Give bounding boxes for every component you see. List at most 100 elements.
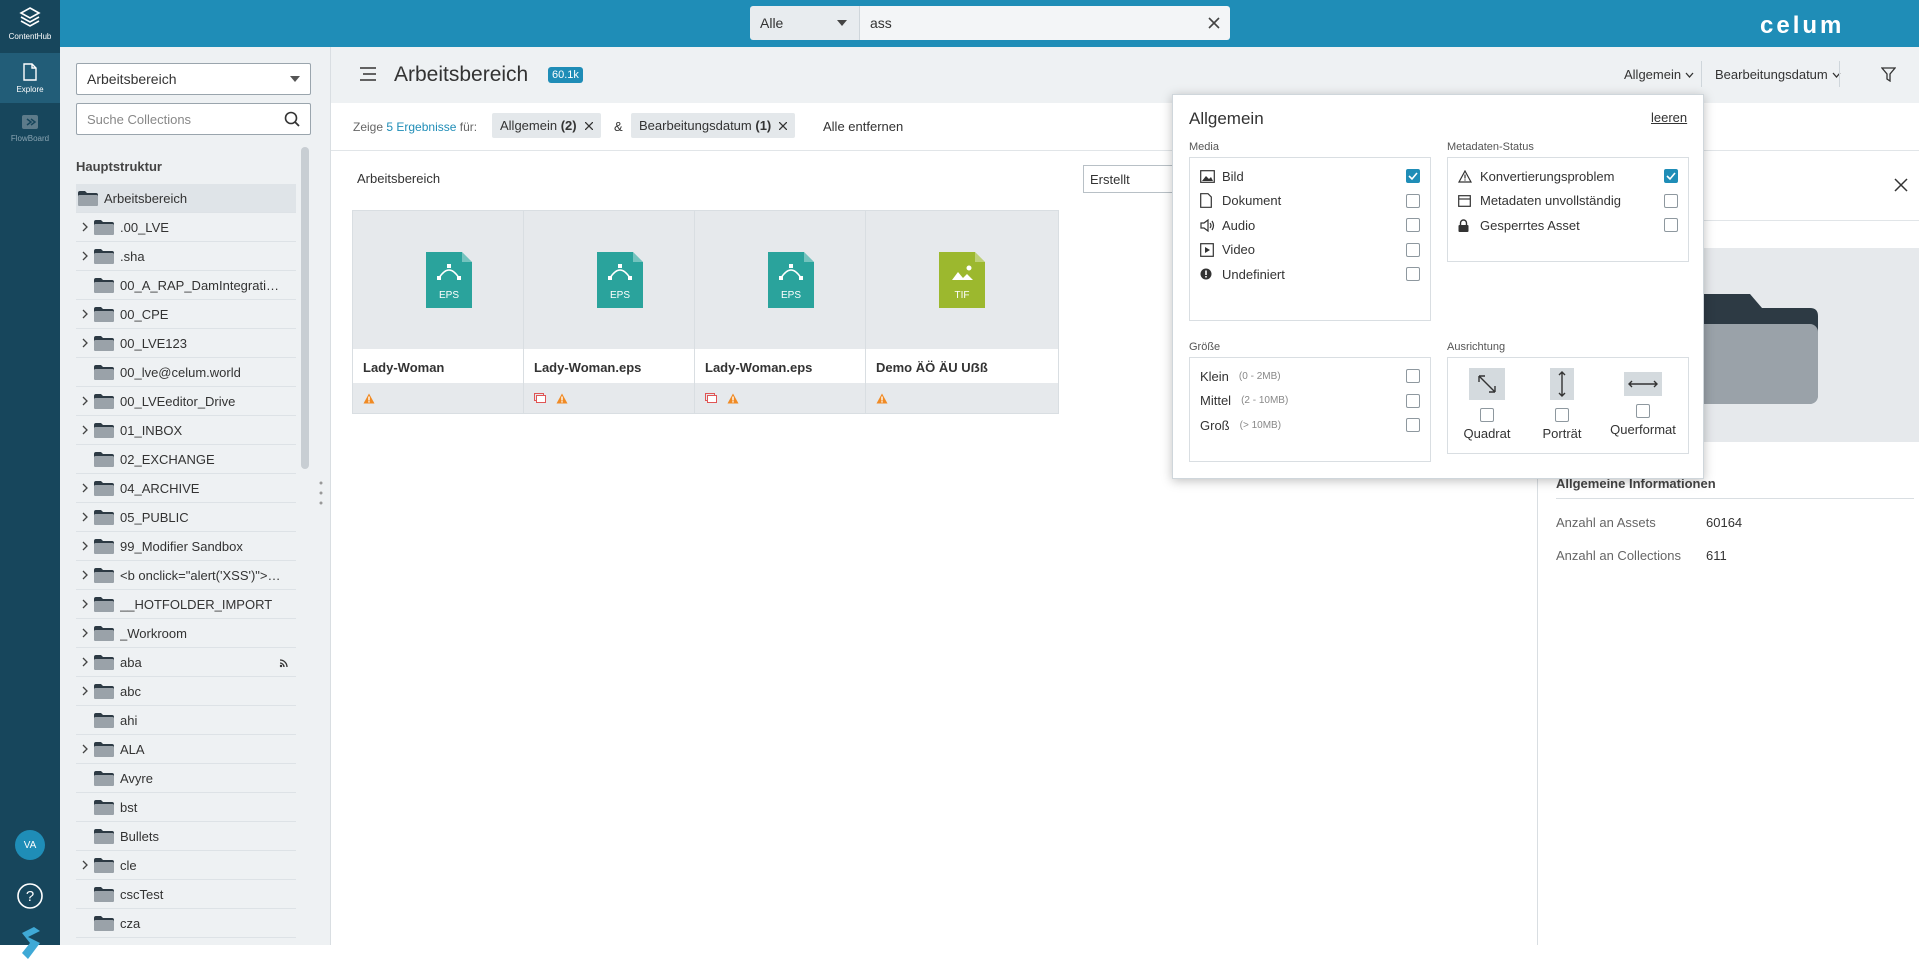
clear-filter-link[interactable]: leeren: [1651, 110, 1687, 125]
orientation-checkbox[interactable]: [1480, 408, 1494, 422]
filter-checkbox[interactable]: [1406, 369, 1420, 383]
tree-node[interactable]: 05_PUBLIC: [76, 503, 296, 532]
tree-node[interactable]: 00_CPE: [76, 300, 296, 329]
tree-scrollbar[interactable]: [301, 147, 309, 469]
tree-node[interactable]: .00_LVE: [76, 213, 296, 242]
tree-node[interactable]: <b onclick="alert('XSS')">…: [76, 561, 296, 590]
chevron-right-icon[interactable]: [76, 599, 94, 609]
close-icon[interactable]: [1894, 178, 1908, 192]
filter-option[interactable]: Undefiniert: [1200, 262, 1430, 286]
tree-node[interactable]: 00_LVE123: [76, 329, 296, 358]
filter-checkbox[interactable]: [1664, 218, 1678, 232]
help-icon[interactable]: ?: [16, 882, 44, 910]
tree-node[interactable]: 00_lve@celum.world: [76, 358, 296, 387]
search-scope-select[interactable]: Alle: [750, 6, 860, 40]
chevron-right-icon[interactable]: [76, 309, 94, 319]
contenthub-nav-button[interactable]: ContentHub: [0, 0, 60, 47]
filter-chip-date[interactable]: Bearbeitungsdatum (1): [631, 113, 796, 138]
user-avatar[interactable]: VA: [15, 830, 45, 860]
chevron-right-icon[interactable]: [76, 222, 94, 232]
general-filter-menu[interactable]: Allgemein: [1624, 67, 1694, 82]
tree-node[interactable]: 00_LVEeditor_Drive: [76, 387, 296, 416]
asset-card[interactable]: TIF Demo ÄÖ ÄU Uẞß: [865, 210, 1059, 414]
orientation-square[interactable]: Quadrat: [1452, 368, 1522, 441]
asset-card[interactable]: EPS Lady-Woman.eps: [523, 210, 717, 414]
result-count-link[interactable]: 5 Ergebnisse: [386, 120, 456, 134]
tree-node[interactable]: 04_ARCHIVE: [76, 474, 296, 503]
clear-all-filters-link[interactable]: Alle entfernen: [823, 119, 903, 134]
filter-option[interactable]: Groß (> 10MB): [1200, 413, 1430, 437]
orientation-checkbox[interactable]: [1636, 404, 1650, 418]
workspace-dropdown[interactable]: Arbeitsbereich: [76, 63, 311, 95]
orientation-landscape[interactable]: Querformat: [1600, 368, 1686, 437]
filter-checkbox[interactable]: [1406, 242, 1420, 257]
search-input[interactable]: ass: [860, 6, 1230, 40]
tree-node[interactable]: Bullets: [76, 822, 296, 851]
search-icon[interactable]: [284, 111, 300, 127]
chevron-right-icon[interactable]: [76, 396, 94, 406]
filter-option[interactable]: Metadaten unvollständig: [1458, 189, 1688, 213]
tree-node[interactable]: ahi: [76, 706, 296, 735]
orientation-portrait[interactable]: Porträt: [1534, 368, 1590, 441]
tree-node[interactable]: 02_EXCHANGE: [76, 445, 296, 474]
tree-node[interactable]: bst: [76, 793, 296, 822]
chevron-right-icon[interactable]: [76, 628, 94, 638]
chevron-right-icon[interactable]: [76, 744, 94, 754]
remove-chip-icon[interactable]: [779, 121, 788, 130]
filter-checkbox[interactable]: [1406, 218, 1420, 232]
chevron-right-icon[interactable]: [76, 860, 94, 870]
filter-option[interactable]: Video: [1200, 238, 1430, 262]
tree-node[interactable]: _Workroom: [76, 619, 296, 648]
clear-search-icon[interactable]: [1208, 17, 1220, 29]
tree-node[interactable]: abc: [76, 677, 296, 706]
filter-icon[interactable]: [1881, 67, 1896, 82]
filter-chip-general[interactable]: Allgemein (2): [492, 113, 601, 138]
asset-card[interactable]: EPS Lady-Woman: [352, 210, 546, 414]
chevron-right-icon[interactable]: [76, 512, 94, 522]
nav-flowboard[interactable]: FlowBoard: [0, 103, 60, 153]
tree-node[interactable]: Avyre: [76, 764, 296, 793]
filter-checkbox[interactable]: [1664, 169, 1678, 183]
filter-option[interactable]: Gesperrtes Asset: [1458, 213, 1688, 237]
chevron-right-icon[interactable]: [76, 251, 94, 261]
tree-node[interactable]: 01_INBOX: [76, 416, 296, 445]
chevron-right-icon[interactable]: [76, 483, 94, 493]
chevron-right-icon[interactable]: [76, 338, 94, 348]
tree-node[interactable]: ALA: [76, 735, 296, 764]
filter-option[interactable]: Klein (0 - 2MB): [1200, 364, 1430, 388]
filter-checkbox[interactable]: [1406, 193, 1420, 208]
date-filter-menu[interactable]: Bearbeitungsdatum: [1715, 67, 1841, 82]
orientation-checkbox[interactable]: [1555, 408, 1569, 422]
collection-search-input[interactable]: Suche Collections: [76, 103, 311, 135]
chevron-right-icon[interactable]: [76, 541, 94, 551]
tree-node[interactable]: cza: [76, 909, 296, 938]
filter-option[interactable]: Konvertierungsproblem: [1458, 164, 1688, 188]
filter-checkbox[interactable]: [1406, 169, 1420, 183]
chevron-right-icon[interactable]: [76, 425, 94, 435]
app-logo-icon[interactable]: [20, 927, 42, 959]
tree-node[interactable]: aba: [76, 648, 296, 677]
nav-explore[interactable]: Explore: [0, 53, 60, 103]
remove-chip-icon[interactable]: [584, 121, 593, 130]
chevron-right-icon[interactable]: [76, 657, 94, 667]
filter-checkbox[interactable]: [1406, 267, 1420, 281]
filter-option[interactable]: Dokument: [1200, 189, 1430, 213]
filter-option[interactable]: Audio: [1200, 213, 1430, 237]
filter-checkbox[interactable]: [1406, 418, 1420, 432]
tree-node[interactable]: 00_A_RAP_DamIntegrati…: [76, 271, 296, 300]
filter-option[interactable]: Bild: [1200, 164, 1430, 188]
filter-checkbox[interactable]: [1664, 193, 1678, 208]
tree-node[interactable]: cscTest: [76, 880, 296, 909]
tree-node[interactable]: __HOTFOLDER_IMPORT: [76, 590, 296, 619]
filter-option[interactable]: Mittel (2 - 10MB): [1200, 389, 1430, 413]
tree-node[interactable]: 99_Modifier Sandbox: [76, 532, 296, 561]
panel-resize-handle[interactable]: [319, 480, 323, 510]
menu-icon[interactable]: [360, 67, 376, 81]
chevron-right-icon[interactable]: [76, 686, 94, 696]
tree-node[interactable]: cle: [76, 851, 296, 880]
asset-card[interactable]: EPS Lady-Woman.eps: [694, 210, 888, 414]
tree-node[interactable]: .sha: [76, 242, 296, 271]
tree-node[interactable]: Arbeitsbereich: [76, 184, 296, 213]
chevron-right-icon[interactable]: [76, 570, 94, 580]
filter-checkbox[interactable]: [1406, 393, 1420, 408]
